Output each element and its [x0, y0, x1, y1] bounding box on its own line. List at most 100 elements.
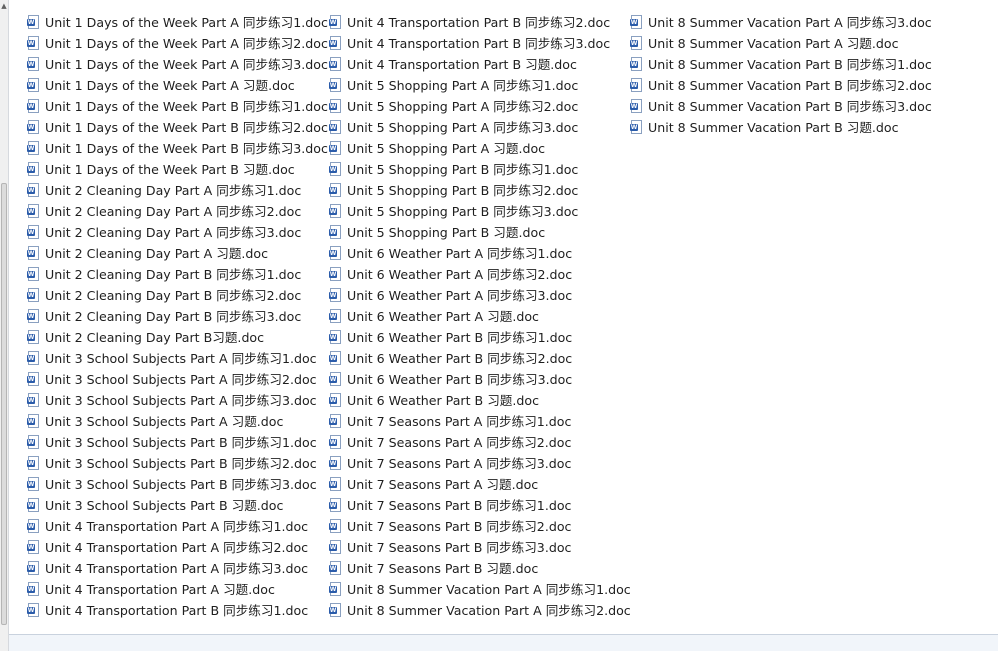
word-doc-icon: W — [27, 434, 39, 449]
word-doc-icon: W — [630, 119, 642, 134]
file-item[interactable]: W Unit 7 Seasons Part A 同步练习2.doc — [329, 431, 631, 452]
file-item[interactable]: W Unit 2 Cleaning Day Part A 同步练习2.doc — [27, 200, 328, 221]
file-item[interactable]: W Unit 8 Summer Vacation Part B 同步练习2.doc — [630, 74, 932, 95]
word-doc-icon: W — [329, 413, 341, 428]
file-name: Unit 1 Days of the Week Part B 习题.doc — [45, 162, 295, 177]
file-item[interactable]: W Unit 4 Transportation Part A 同步练习1.doc — [27, 515, 328, 536]
file-item[interactable]: W Unit 3 School Subjects Part A 同步练习1.doc — [27, 347, 328, 368]
file-name: Unit 2 Cleaning Day Part B 同步练习1.doc — [45, 267, 302, 282]
file-item[interactable]: W Unit 1 Days of the Week Part A 习题.doc — [27, 74, 328, 95]
word-doc-icon: W — [27, 539, 39, 554]
file-list-pane: W Unit 1 Days of the Week Part A 同步练习1.do… — [9, 0, 998, 635]
file-item[interactable]: W Unit 6 Weather Part B 习题.doc — [329, 389, 631, 410]
file-item[interactable]: W Unit 1 Days of the Week Part B 同步练习3.do… — [27, 137, 328, 158]
file-item[interactable]: W Unit 7 Seasons Part A 习题.doc — [329, 473, 631, 494]
file-name: Unit 4 Transportation Part B 习题.doc — [347, 57, 577, 72]
file-name: Unit 3 School Subjects Part A 同步练习1.doc — [45, 351, 317, 366]
file-item[interactable]: W Unit 1 Days of the Week Part B 同步练习2.do… — [27, 116, 328, 137]
file-item[interactable]: W Unit 5 Shopping Part B 习题.doc — [329, 221, 631, 242]
word-doc-icon: W — [27, 266, 39, 281]
file-item[interactable]: W Unit 4 Transportation Part A 同步练习3.doc — [27, 557, 328, 578]
file-name: Unit 1 Days of the Week Part A 同步练习1.doc — [45, 15, 328, 30]
file-item[interactable]: W Unit 6 Weather Part B 同步练习1.doc — [329, 326, 631, 347]
file-name: Unit 3 School Subjects Part B 同步练习2.doc — [45, 456, 317, 471]
file-name: Unit 5 Shopping Part B 习题.doc — [347, 225, 546, 240]
word-doc-icon: W — [27, 35, 39, 50]
file-item[interactable]: W Unit 3 School Subjects Part A 同步练习2.doc — [27, 368, 328, 389]
file-item[interactable]: W Unit 8 Summer Vacation Part B 习题.doc — [630, 116, 932, 137]
word-doc-icon: W — [27, 350, 39, 365]
file-item[interactable]: W Unit 8 Summer Vacation Part B 同步练习3.doc — [630, 95, 932, 116]
file-item[interactable]: W Unit 4 Transportation Part B 习题.doc — [329, 53, 631, 74]
file-item[interactable]: W Unit 8 Summer Vacation Part A 同步练习3.doc — [630, 11, 932, 32]
file-item[interactable]: W Unit 6 Weather Part A 习题.doc — [329, 305, 631, 326]
file-item[interactable]: W Unit 8 Summer Vacation Part A 同步练习1.doc — [329, 578, 631, 599]
file-item[interactable]: W Unit 8 Summer Vacation Part A 同步练习2.doc — [329, 599, 631, 620]
vertical-scrollbar[interactable]: ▲ — [0, 0, 9, 651]
file-item[interactable]: W Unit 1 Days of the Week Part A 同步练习1.do… — [27, 11, 328, 32]
file-item[interactable]: W Unit 4 Transportation Part A 习题.doc — [27, 578, 328, 599]
file-item[interactable]: W Unit 6 Weather Part A 同步练习1.doc — [329, 242, 631, 263]
file-item[interactable]: W Unit 4 Transportation Part B 同步练习1.doc — [27, 599, 328, 620]
file-item[interactable]: W Unit 2 Cleaning Day Part A 同步练习3.doc — [27, 221, 328, 242]
file-item[interactable]: W Unit 1 Days of the Week Part A 同步练习2.do… — [27, 32, 328, 53]
file-item[interactable]: W Unit 7 Seasons Part B 同步练习2.doc — [329, 515, 631, 536]
file-name: Unit 5 Shopping Part A 同步练习2.doc — [347, 99, 579, 114]
file-item[interactable]: W Unit 1 Days of the Week Part B 习题.doc — [27, 158, 328, 179]
file-item[interactable]: W Unit 3 School Subjects Part B 同步练习3.doc — [27, 473, 328, 494]
scroll-up-arrow-icon[interactable]: ▲ — [0, 2, 8, 10]
file-item[interactable]: W Unit 2 Cleaning Day Part B习题.doc — [27, 326, 328, 347]
word-doc-icon: W — [27, 518, 39, 533]
file-name: Unit 1 Days of the Week Part B 同步练习2.doc — [45, 120, 328, 135]
file-item[interactable]: W Unit 2 Cleaning Day Part A 同步练习1.doc — [27, 179, 328, 200]
word-doc-icon: W — [27, 329, 39, 344]
file-item[interactable]: W Unit 6 Weather Part A 同步练习2.doc — [329, 263, 631, 284]
file-name: Unit 4 Transportation Part B 同步练习3.doc — [347, 36, 611, 51]
word-doc-icon: W — [27, 161, 39, 176]
file-item[interactable]: W Unit 1 Days of the Week Part B 同步练习1.do… — [27, 95, 328, 116]
file-item[interactable]: W Unit 5 Shopping Part B 同步练习3.doc — [329, 200, 631, 221]
scrollbar-thumb[interactable] — [1, 183, 7, 625]
file-item[interactable]: W Unit 6 Weather Part B 同步练习2.doc — [329, 347, 631, 368]
file-item[interactable]: W Unit 6 Weather Part B 同步练习3.doc — [329, 368, 631, 389]
file-item[interactable]: W Unit 8 Summer Vacation Part A 习题.doc — [630, 32, 932, 53]
file-name: Unit 7 Seasons Part A 习题.doc — [347, 477, 539, 492]
file-item[interactable]: W Unit 3 School Subjects Part B 同步练习2.doc — [27, 452, 328, 473]
file-name: Unit 6 Weather Part A 习题.doc — [347, 309, 539, 324]
file-item[interactable]: W Unit 7 Seasons Part A 同步练习3.doc — [329, 452, 631, 473]
file-item[interactable]: W Unit 5 Shopping Part B 同步练习2.doc — [329, 179, 631, 200]
file-item[interactable]: W Unit 2 Cleaning Day Part B 同步练习2.doc — [27, 284, 328, 305]
file-item[interactable]: W Unit 3 School Subjects Part A 习题.doc — [27, 410, 328, 431]
file-item[interactable]: W Unit 7 Seasons Part B 习题.doc — [329, 557, 631, 578]
file-item[interactable]: W Unit 2 Cleaning Day Part B 同步练习1.doc — [27, 263, 328, 284]
file-item[interactable]: W Unit 5 Shopping Part A 同步练习2.doc — [329, 95, 631, 116]
file-item[interactable]: W Unit 3 School Subjects Part B 习题.doc — [27, 494, 328, 515]
file-item[interactable]: W Unit 7 Seasons Part B 同步练习3.doc — [329, 536, 631, 557]
word-doc-icon: W — [329, 308, 341, 323]
file-item[interactable]: W Unit 5 Shopping Part A 同步练习3.doc — [329, 116, 631, 137]
word-doc-icon: W — [329, 245, 341, 260]
word-doc-icon: W — [329, 329, 341, 344]
file-item[interactable]: W Unit 3 School Subjects Part B 同步练习1.doc — [27, 431, 328, 452]
file-item[interactable]: W Unit 7 Seasons Part A 同步练习1.doc — [329, 410, 631, 431]
file-item[interactable]: W Unit 7 Seasons Part B 同步练习1.doc — [329, 494, 631, 515]
word-doc-icon: W — [27, 308, 39, 323]
file-name: Unit 6 Weather Part A 同步练习1.doc — [347, 246, 573, 261]
file-item[interactable]: W Unit 6 Weather Part A 同步练习3.doc — [329, 284, 631, 305]
file-name: Unit 7 Seasons Part B 同步练习1.doc — [347, 498, 572, 513]
file-item[interactable]: W Unit 4 Transportation Part A 同步练习2.doc — [27, 536, 328, 557]
file-item[interactable]: W Unit 2 Cleaning Day Part B 同步练习3.doc — [27, 305, 328, 326]
word-doc-icon: W — [329, 161, 341, 176]
file-item[interactable]: W Unit 3 School Subjects Part A 同步练习3.doc — [27, 389, 328, 410]
file-item[interactable]: W Unit 2 Cleaning Day Part A 习题.doc — [27, 242, 328, 263]
file-item[interactable]: W Unit 1 Days of the Week Part A 同步练习3.do… — [27, 53, 328, 74]
file-name: Unit 7 Seasons Part A 同步练习1.doc — [347, 414, 572, 429]
file-item[interactable]: W Unit 5 Shopping Part B 同步练习1.doc — [329, 158, 631, 179]
file-item[interactable]: W Unit 4 Transportation Part B 同步练习3.doc — [329, 32, 631, 53]
file-item[interactable]: W Unit 5 Shopping Part A 习题.doc — [329, 137, 631, 158]
file-item[interactable]: W Unit 5 Shopping Part A 同步练习1.doc — [329, 74, 631, 95]
file-name: Unit 6 Weather Part B 习题.doc — [347, 393, 540, 408]
word-doc-icon: W — [329, 98, 341, 113]
file-item[interactable]: W Unit 8 Summer Vacation Part B 同步练习1.doc — [630, 53, 932, 74]
file-item[interactable]: W Unit 4 Transportation Part B 同步练习2.doc — [329, 11, 631, 32]
